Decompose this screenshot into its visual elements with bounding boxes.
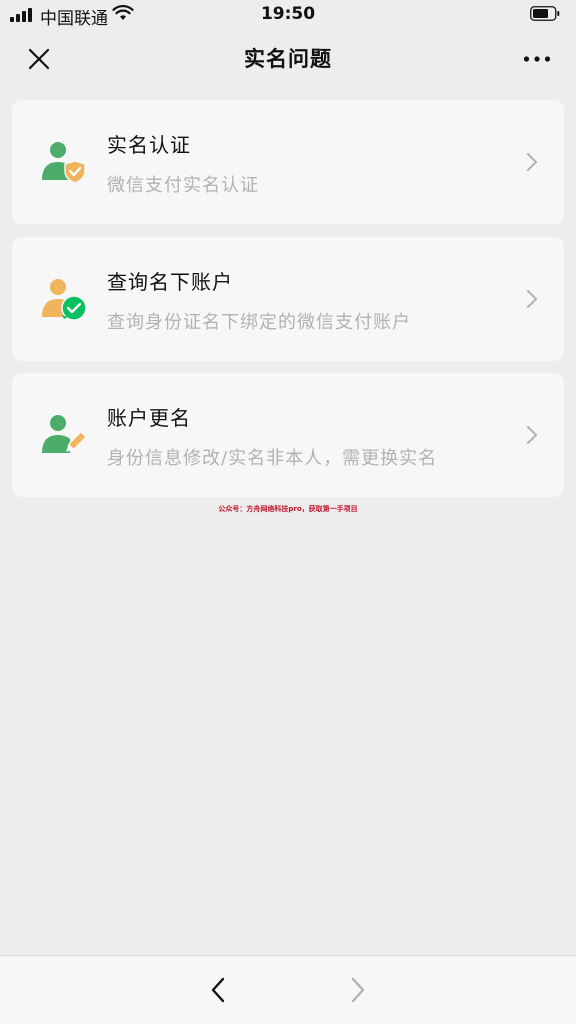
card-title: 账户更名	[107, 406, 191, 430]
card-subtitle: 查询身份证名下绑定的微信支付账户	[107, 312, 411, 333]
card-title: 查询名下账户	[107, 270, 233, 294]
card-title: 实名认证	[107, 133, 191, 157]
more-icon	[523, 56, 551, 62]
page-title: 实名问题	[244, 47, 332, 71]
card-subtitle: 身份信息修改/实名非本人，需更换实名	[107, 448, 438, 469]
watermark-text: 公众号：方舟网络科技pro，获取第一手项目	[218, 505, 358, 513]
bottom-toolbar	[0, 955, 576, 1024]
chevron-right-icon	[527, 153, 537, 171]
chevron-right-icon	[527, 426, 537, 444]
more-button[interactable]	[520, 42, 554, 76]
card-rename-account[interactable]: 账户更名 身份信息修改/实名非本人，需更换实名	[12, 373, 564, 497]
user-shield-icon	[42, 142, 86, 184]
back-button[interactable]	[202, 974, 234, 1006]
clock: 19:50	[260, 4, 316, 24]
status-bar: 中国联通 19:50	[0, 0, 576, 30]
user-check-icon	[42, 279, 86, 321]
chevron-left-icon	[211, 977, 225, 1003]
forward-button[interactable]	[342, 974, 374, 1006]
card-query-accounts[interactable]: 查询名下账户 查询身份证名下绑定的微信支付账户	[12, 237, 564, 361]
chevron-right-icon	[351, 977, 365, 1003]
battery-icon	[530, 6, 560, 21]
card-real-name-verification[interactable]: 实名认证 微信支付实名认证	[12, 100, 564, 224]
nav-bar: 实名问题	[0, 30, 576, 86]
card-subtitle: 微信支付实名认证	[107, 175, 259, 196]
user-edit-icon	[42, 415, 86, 453]
chevron-right-icon	[527, 290, 537, 308]
